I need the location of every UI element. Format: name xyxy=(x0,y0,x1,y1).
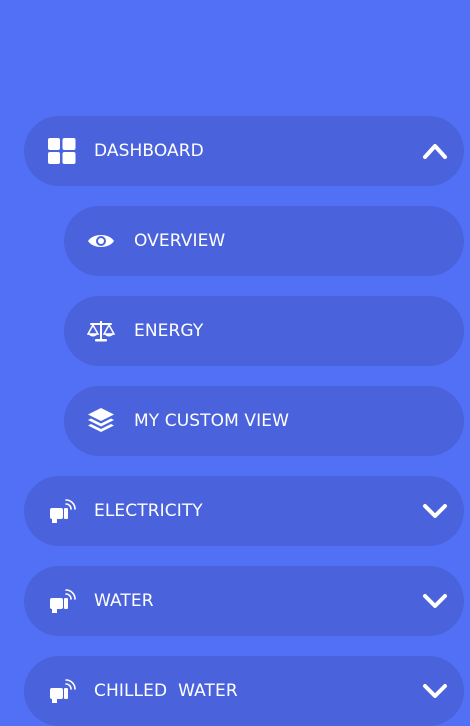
menu-item-energy[interactable]: ENERGY xyxy=(64,296,464,366)
layers-icon xyxy=(86,406,116,436)
menu-item-water-label: WATER xyxy=(94,591,154,611)
sensor-icon xyxy=(46,495,78,527)
menu-item-dashboard[interactable]: DASHBOARD xyxy=(24,116,464,186)
eye-icon xyxy=(86,226,116,256)
navigation-menu: DASHBOARD OVERVIEW ENERGY MY CUSTOM VIEW… xyxy=(0,0,470,726)
chevron-down-icon[interactable] xyxy=(422,498,448,524)
menu-item-overview-label: OVERVIEW xyxy=(134,231,226,251)
chevron-down-icon[interactable] xyxy=(422,678,448,704)
sensor-icon xyxy=(46,585,78,617)
chevron-up-icon[interactable] xyxy=(422,138,448,164)
menu-item-dashboard-label: DASHBOARD xyxy=(94,141,204,161)
menu-item-chilled-water[interactable]: CHILLED WATER xyxy=(24,656,464,726)
menu-item-my-custom-view[interactable]: MY CUSTOM VIEW xyxy=(64,386,464,456)
menu-item-chilled-water-label: CHILLED WATER xyxy=(94,681,238,701)
sensor-icon xyxy=(46,675,78,707)
menu-item-electricity-label: ELECTRICITY xyxy=(94,501,203,521)
menu-item-water[interactable]: WATER xyxy=(24,566,464,636)
menu-item-overview[interactable]: OVERVIEW xyxy=(64,206,464,276)
menu-item-electricity[interactable]: ELECTRICITY xyxy=(24,476,464,546)
chevron-down-icon[interactable] xyxy=(422,588,448,614)
menu-item-energy-label: ENERGY xyxy=(134,321,204,341)
balance-scale-icon xyxy=(86,316,116,346)
menu-item-my-custom-view-label: MY CUSTOM VIEW xyxy=(134,411,289,431)
dashboard-grid-icon xyxy=(46,135,78,167)
